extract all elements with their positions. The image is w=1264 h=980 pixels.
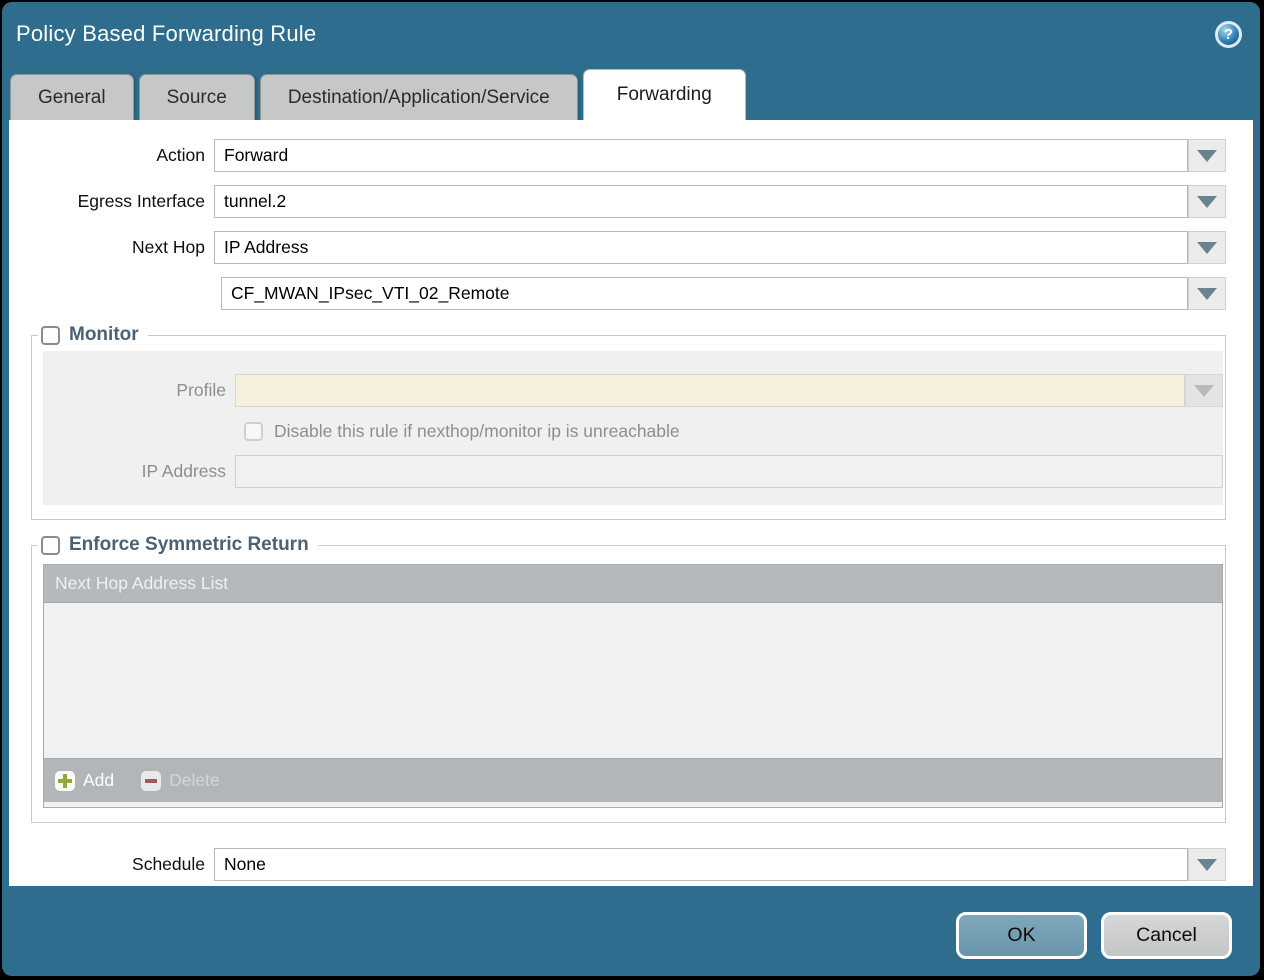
tab-forwarding[interactable]: Forwarding [583,69,746,120]
egress-interface-label: Egress Interface [9,191,214,212]
next-hop-address-list-header-label: Next Hop Address List [55,573,228,594]
schedule-dropdown[interactable]: None [214,848,1188,881]
add-button-label: Add [83,770,114,791]
next-hop-dropdown-button[interactable] [1188,231,1226,264]
ok-button[interactable]: OK [956,912,1087,959]
monitor-fieldset: Monitor Profile Disabl [31,324,1226,520]
profile-dropdown-button [1185,374,1223,407]
tab-destination-label: Destination/Application/Service [288,87,550,109]
disable-rule-checkbox [244,422,263,441]
action-value: Forward [224,145,288,166]
profile-dropdown [235,374,1185,407]
add-button[interactable]: Add [55,770,114,791]
schedule-label: Schedule [9,854,214,875]
profile-field [235,374,1223,407]
delete-button-label: Delete [169,770,220,791]
monitor-ip-address-field [235,455,1223,488]
tab-forwarding-label: Forwarding [617,84,712,106]
chevron-down-icon [1197,242,1217,254]
enforce-symmetric-return-legend: Enforce Symmetric Return [38,534,318,556]
next-hop-address-list-table: Next Hop Address List Add Delete [43,564,1223,808]
monitor-ip-address-input [235,455,1223,488]
pbf-rule-dialog: Policy Based Forwarding Rule ? General S… [2,2,1260,976]
next-hop-address-list-toolbar: Add Delete [44,758,1222,802]
help-icon[interactable]: ? [1215,21,1242,48]
next-hop-address-list-body[interactable] [44,603,1222,758]
monitor-legend: Monitor [38,324,148,346]
disable-rule-row: Disable this rule if nexthop/monitor ip … [244,421,1223,442]
enforce-symmetric-return-legend-label: Enforce Symmetric Return [69,534,309,556]
next-hop-field: IP Address [214,231,1226,264]
next-hop-label: Next Hop [9,237,214,258]
next-hop-address-value: CF_MWAN_IPsec_VTI_02_Remote [231,283,509,304]
next-hop-dropdown[interactable]: IP Address [214,231,1188,264]
minus-icon [141,771,161,791]
schedule-row: Schedule None [9,848,1226,881]
monitor-checkbox[interactable] [41,326,60,345]
schedule-value: None [224,854,266,875]
tab-source[interactable]: Source [139,74,255,120]
tab-general[interactable]: General [10,74,134,120]
disable-rule-label: Disable this rule if nexthop/monitor ip … [274,421,680,442]
egress-interface-dropdown-button[interactable] [1188,185,1226,218]
egress-interface-value: tunnel.2 [224,191,286,212]
profile-label: Profile [43,380,235,401]
schedule-field: None [214,848,1226,881]
monitor-disabled-panel: Profile Disable this rule if nexthop/mon… [43,351,1223,505]
chevron-down-icon [1197,859,1217,871]
next-hop-value: IP Address [224,237,308,258]
next-hop-address-field: CF_MWAN_IPsec_VTI_02_Remote [214,277,1226,310]
egress-interface-field: tunnel.2 [214,185,1226,218]
tab-destination-application-service[interactable]: Destination/Application/Service [260,74,578,120]
table-bottom-strip [44,802,1222,807]
monitor-ip-address-row: IP Address [43,455,1223,488]
monitor-ip-address-label: IP Address [43,461,235,482]
chevron-down-icon [1197,288,1217,300]
chevron-down-icon [1194,385,1214,397]
next-hop-address-row: CF_MWAN_IPsec_VTI_02_Remote [9,277,1226,310]
action-field: Forward [214,139,1226,172]
help-glyph: ? [1224,26,1233,43]
next-hop-address-dropdown[interactable]: CF_MWAN_IPsec_VTI_02_Remote [221,277,1188,310]
action-dropdown[interactable]: Forward [214,139,1188,172]
chevron-down-icon [1197,196,1217,208]
schedule-dropdown-button[interactable] [1188,848,1226,881]
monitor-legend-label: Monitor [69,324,139,346]
profile-row: Profile [43,374,1223,407]
egress-interface-dropdown[interactable]: tunnel.2 [214,185,1188,218]
dialog-title: Policy Based Forwarding Rule [16,21,316,47]
action-label: Action [9,145,214,166]
action-dropdown-button[interactable] [1188,139,1226,172]
plus-icon [55,771,75,791]
next-hop-address-dropdown-button[interactable] [1188,277,1226,310]
tab-bar: General Source Destination/Application/S… [2,66,1260,120]
action-row: Action Forward [9,139,1226,172]
egress-interface-row: Egress Interface tunnel.2 [9,185,1226,218]
dialog-titlebar: Policy Based Forwarding Rule ? [2,2,1260,66]
enforce-symmetric-return-fieldset: Enforce Symmetric Return Next Hop Addres… [31,534,1226,823]
next-hop-row: Next Hop IP Address [9,231,1226,264]
enforce-symmetric-return-checkbox[interactable] [41,536,60,555]
tab-general-label: General [38,87,106,109]
chevron-down-icon [1197,150,1217,162]
cancel-button[interactable]: Cancel [1101,912,1232,959]
delete-button: Delete [141,770,220,791]
forwarding-tab-panel: Action Forward Egress Interface tunnel.2 [9,120,1253,886]
tab-source-label: Source [167,87,227,109]
next-hop-address-list-header: Next Hop Address List [44,565,1222,603]
dialog-button-bar: OK Cancel [2,886,1260,959]
